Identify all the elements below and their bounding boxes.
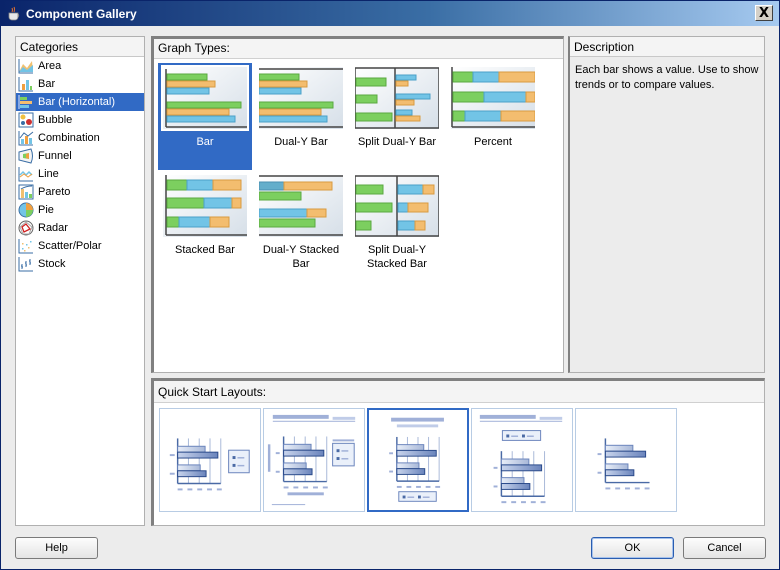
categories-list: Categories Area Bar Bar (Horizontal) Bubble… (15, 36, 145, 526)
java-cup-icon (8, 6, 20, 20)
graph-types-panel: Graph Types: Bar Dual-Y Bar Split Dual-Y… (151, 36, 564, 373)
graph-type-percent[interactable]: Percent (446, 63, 540, 170)
graph-type-bar[interactable]: Bar (158, 63, 252, 170)
graph-type-stacked-bar[interactable]: Stacked Bar (158, 171, 252, 278)
scatter-chart-icon (18, 239, 33, 254)
layout-title-legend-bottom[interactable] (367, 408, 469, 512)
graph-type-label: Split Dual-Y Stacked Bar (367, 244, 427, 270)
graph-type-dual-y-bar[interactable]: Dual-Y Bar (254, 63, 348, 170)
category-item-bubble[interactable]: Bubble (16, 111, 144, 129)
category-item-area[interactable]: Area (16, 57, 144, 75)
category-item-funnel[interactable]: Funnel (16, 147, 144, 165)
category-label: Combination (38, 132, 100, 144)
category-item-bar-horizontal[interactable]: Bar (Horizontal) (16, 93, 144, 111)
layout-legend-right-icon (169, 438, 250, 491)
graph-type-label: Dual-Y Bar (274, 136, 328, 148)
graph-type-label: Dual-Y Stacked Bar (262, 244, 340, 270)
close-button[interactable]: X (755, 5, 773, 21)
description-text: Each bar shows a value. Use to show tren… (575, 64, 759, 91)
categories-header: Categories (16, 37, 144, 57)
graph-type-label: Split Dual-Y Bar (357, 136, 437, 148)
cancel-button-label: Cancel (707, 542, 742, 554)
category-item-bar[interactable]: Bar (16, 75, 144, 93)
help-button[interactable]: Help (15, 537, 98, 559)
category-item-pareto[interactable]: Pareto (16, 183, 144, 201)
category-item-pie[interactable]: Pie (16, 201, 144, 219)
category-label: Area (38, 60, 62, 72)
funnel-chart-icon (18, 148, 33, 164)
quick-start-layouts-panel: Quick Start Layouts: (151, 378, 765, 526)
bar-graph-thumbnail-icon (163, 67, 247, 129)
split-dual-y-stacked-bar-thumbnail-icon (355, 175, 439, 237)
graph-type-label: Bar (196, 136, 214, 148)
layout-chart-only-icon (597, 438, 650, 490)
graph-type-dual-y-stacked-bar[interactable]: Dual-Y Stacked Bar (254, 171, 348, 278)
layout-legend-right[interactable] (159, 408, 261, 512)
pie-chart-icon (18, 202, 34, 218)
category-label: Bubble (38, 114, 73, 126)
graph-type-label: Percent (474, 136, 512, 148)
help-button-label: Help (45, 542, 68, 554)
dual-y-bar-thumbnail-icon (259, 67, 343, 129)
cancel-button[interactable]: Cancel (683, 537, 766, 559)
stacked-bar-thumbnail-icon (163, 175, 247, 237)
layout-title-legend-top-icon (479, 414, 563, 504)
radar-chart-icon (18, 220, 34, 236)
layout-title-legend-right-axis-titles[interactable] (263, 408, 365, 512)
layout-title-legend-right-axis-titles-icon (267, 414, 356, 506)
pareto-chart-icon (18, 184, 34, 200)
area-chart-icon (18, 59, 33, 74)
graph-type-split-dual-y-stacked-bar[interactable]: Split Dual-Y Stacked Bar (350, 171, 444, 278)
ok-button[interactable]: OK (591, 537, 674, 559)
horizontal-bar-chart-icon (18, 95, 32, 109)
bar-chart-icon (18, 77, 33, 92)
description-header: Description (570, 37, 764, 57)
ok-button-label: OK (624, 542, 641, 554)
split-dual-y-bar-thumbnail-icon (355, 67, 439, 129)
dialog-body: Categories Area Bar Bar (Horizontal) Bubble… (1, 26, 779, 569)
graph-type-split-dual-y-bar[interactable]: Split Dual-Y Bar (350, 63, 444, 170)
layout-title-legend-top[interactable] (471, 408, 573, 512)
layout-title-legend-bottom-icon (389, 417, 444, 502)
category-label: Bar (38, 78, 56, 90)
dual-y-stacked-bar-thumbnail-icon (259, 175, 343, 237)
category-item-radar[interactable]: Radar (16, 219, 144, 237)
category-label: Line (38, 168, 59, 180)
category-item-scatter-polar[interactable]: Scatter/Polar (16, 237, 144, 255)
close-icon: X (758, 5, 770, 21)
combination-chart-icon (18, 131, 34, 146)
category-label: Stock (38, 258, 66, 270)
layout-chart-only[interactable] (575, 408, 677, 512)
category-label: Pie (38, 204, 54, 216)
description-panel: Description Each bar shows a value. Use … (568, 36, 765, 373)
category-label: Bar (Horizontal) (38, 96, 116, 108)
category-item-line[interactable]: Line (16, 165, 144, 183)
category-label: Scatter/Polar (38, 240, 102, 252)
title-bar[interactable]: Component Gallery X (1, 1, 779, 26)
category-label: Pareto (38, 186, 71, 198)
percent-bar-thumbnail-icon (451, 67, 535, 129)
window-title: Component Gallery (26, 6, 137, 21)
bubble-chart-icon (18, 112, 34, 128)
line-chart-icon (18, 167, 33, 182)
quick-start-header: Quick Start Layouts: (154, 381, 764, 403)
category-item-stock[interactable]: Stock (16, 255, 144, 273)
category-label: Radar (38, 222, 68, 234)
category-label: Funnel (38, 150, 72, 162)
graph-types-header: Graph Types: (154, 39, 563, 59)
category-item-combination[interactable]: Combination (16, 129, 144, 147)
categories-header-label: Categories (20, 40, 79, 54)
graph-type-label: Stacked Bar (175, 244, 235, 256)
component-gallery-dialog: Component Gallery X Categories Area Bar Ba… (0, 0, 780, 570)
stock-chart-icon (18, 257, 33, 272)
